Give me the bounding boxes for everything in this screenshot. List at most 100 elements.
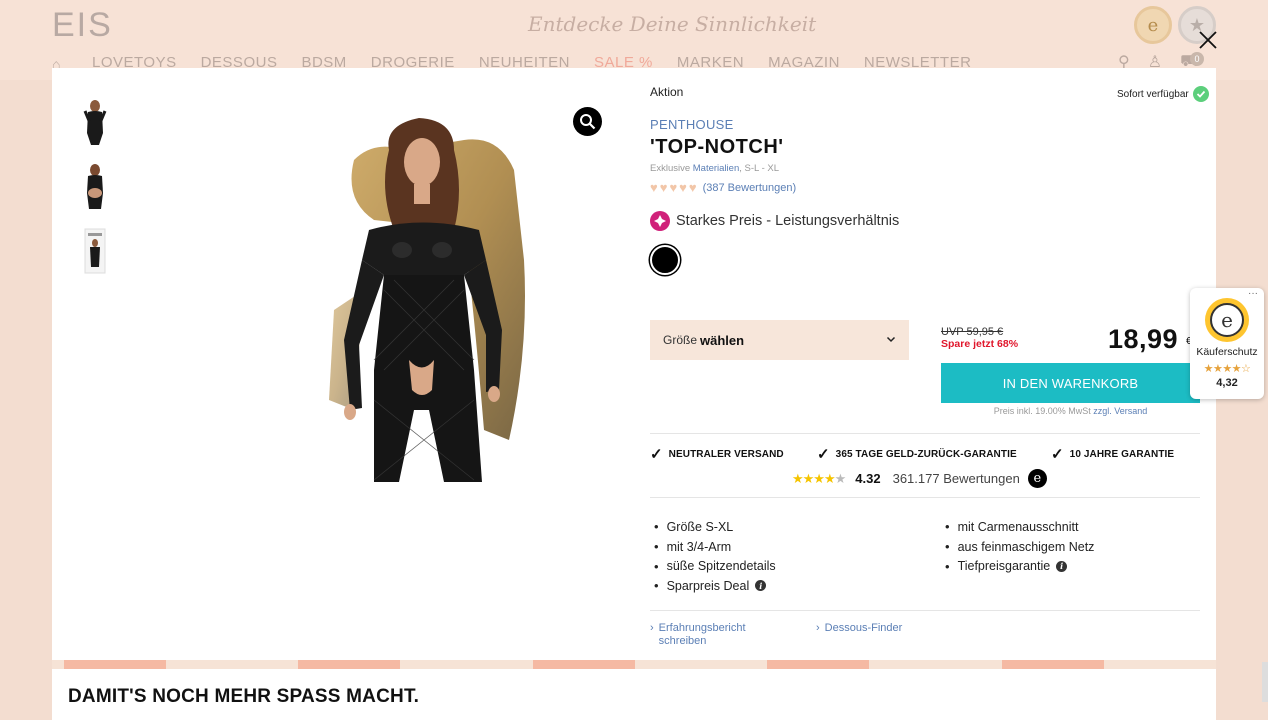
trusted-shops-rating[interactable]: ★★★★★ 4.32 361.177 Bewertungen e xyxy=(792,469,1047,488)
buyer-protection-label: Käuferschutz xyxy=(1196,346,1258,358)
feature-item: mit Carmenausschnitt xyxy=(945,517,1094,537)
thumbnail-package[interactable] xyxy=(80,226,110,276)
subline-sizes: , S-L - XL xyxy=(739,163,780,174)
heart-icon: ♥ xyxy=(650,180,658,195)
chevron-right-icon: › xyxy=(650,622,654,634)
star-rating-icon: ★★★★☆ xyxy=(1203,363,1251,375)
available-check-icon xyxy=(1192,86,1209,102)
size-select-label: Größe xyxy=(663,333,698,347)
heart-icon: ♥ xyxy=(659,180,668,195)
value-badge-icon xyxy=(650,211,670,231)
lingerie-finder-link[interactable]: › Dessous-Finder xyxy=(816,622,902,635)
shipping-link[interactable]: zzgl. Versand xyxy=(1093,406,1147,416)
product-rating: ♥ ♥ ♥ ♥ ♥ (387 Bewertungen) xyxy=(650,181,796,194)
feature-text: Tiefpreisgarantie xyxy=(957,559,1051,574)
site-logo[interactable]: EIS xyxy=(52,6,113,45)
feature-text: Sparpreis Deal xyxy=(666,578,750,593)
feature-item: süße Spitzendetails xyxy=(654,556,776,576)
lingerie-finder-label: Dessous-Finder xyxy=(824,622,903,634)
chevron-down-icon xyxy=(886,336,896,343)
availability-text: Sofort verfügbar xyxy=(1117,88,1189,100)
promo-tab xyxy=(64,660,166,669)
zoom-button[interactable] xyxy=(573,107,602,136)
current-price: 18,99 xyxy=(1108,324,1179,354)
magnifier-icon xyxy=(580,114,596,130)
divider xyxy=(650,433,1200,434)
guarantee-label: 365 TAGE GELD-ZURÜCK-GARANTIE xyxy=(835,448,1017,460)
heart-icon: ♥ xyxy=(669,180,678,195)
size-select[interactable]: Größe wählen xyxy=(650,320,909,360)
promo-tab xyxy=(298,660,400,669)
materials-link[interactable]: Materialien xyxy=(693,163,739,174)
product-subline: Exklusive Materialien, S-L - XL xyxy=(650,163,779,174)
section-heading: DAMIT'S NOCH MEHR SPASS MACHT. xyxy=(68,686,420,707)
guarantee-item: ✓ NEUTRALER VERSAND xyxy=(650,445,817,463)
close-modal-button[interactable] xyxy=(1197,29,1219,51)
check-icon: ✓ xyxy=(650,446,663,463)
value-badge-text: Starkes Preis - Leistungsverhältnis xyxy=(676,213,900,229)
star-rating-icon: ★★★★★ xyxy=(792,470,846,486)
feature-item: aus feinmaschigem Netz xyxy=(945,537,1095,557)
product-quickview-modal: Aktion Sofort verfügbar PENTHOUSE 'TOP-N… xyxy=(52,68,1216,660)
guarantee-item: ✓ 10 JAHRE GARANTIE xyxy=(1051,445,1174,463)
feature-text: mit 3/4-Arm xyxy=(666,539,732,554)
value-badge: Starkes Preis - Leistungsverhältnis xyxy=(650,211,899,231)
thumbnail-front[interactable] xyxy=(80,98,110,148)
feature-item: mit 3/4-Arm xyxy=(654,537,776,557)
trusted-shops-seal-icon: e xyxy=(1205,298,1249,342)
product-brand[interactable]: PENTHOUSE xyxy=(650,117,734,132)
feature-item: Sparpreis Deal i xyxy=(654,576,776,596)
info-icon[interactable]: i xyxy=(1056,560,1068,572)
product-main-image[interactable] xyxy=(314,110,534,490)
feature-list-left: Größe S-XL mit 3/4-Arm süße Spitzendetai… xyxy=(654,517,776,596)
close-icon xyxy=(1199,31,1217,49)
write-review-link[interactable]: › Erfahrungsbericht schreiben xyxy=(650,622,760,648)
feature-list-right: mit Carmenausschnitt aus feinmaschigem N… xyxy=(945,517,1095,576)
savings-label: Spare jetzt 68% xyxy=(941,338,1019,350)
cart-count-badge: 0 xyxy=(1190,52,1205,66)
product-title: 'TOP-NOTCH' xyxy=(650,136,784,158)
chevron-right-icon: › xyxy=(816,622,820,634)
tax-note: Preis inkl. 19.00% MwSt zzgl. Versand xyxy=(941,406,1200,416)
scrollbar[interactable] xyxy=(1262,662,1268,702)
more-options-icon[interactable]: ··· xyxy=(1248,288,1258,299)
availability-status: Sofort verfügbar xyxy=(1117,86,1209,102)
guarantee-item: ✓ 365 TAGE GELD-ZURÜCK-GARANTIE xyxy=(817,445,1051,463)
trusted-shops-logo-icon: e xyxy=(1027,469,1047,488)
original-price: UVP 59,95 € xyxy=(941,326,1004,338)
check-icon: ✓ xyxy=(1051,446,1064,463)
feature-text: Größe S-XL xyxy=(666,519,734,534)
feature-item: Tiefpreisgarantie i xyxy=(945,556,1094,576)
guarantee-list: ✓ NEUTRALER VERSAND ✓ 365 TAGE GELD-ZURÜ… xyxy=(650,445,1200,463)
subline-prefix: Exklusive xyxy=(650,163,693,174)
heart-icon: ♥ xyxy=(679,180,687,195)
add-to-cart-button[interactable]: IN DEN WARENKORB xyxy=(941,363,1200,403)
color-swatch-black[interactable] xyxy=(650,245,680,275)
promo-tag: Aktion xyxy=(650,85,684,99)
size-select-action: wählen xyxy=(700,332,745,348)
info-icon[interactable]: i xyxy=(755,580,767,592)
feature-text: mit Carmenausschnitt xyxy=(957,519,1079,534)
reviews-link[interactable]: (387 Bewertungen) xyxy=(703,182,797,194)
guarantee-label: 10 JAHRE GARANTIE xyxy=(1069,448,1175,460)
promo-tab xyxy=(767,660,869,669)
recommendations-section: DAMIT'S NOCH MEHR SPASS MACHT. xyxy=(52,669,1216,720)
trusted-shops-score: 4.32 xyxy=(855,471,881,486)
promo-tab xyxy=(1002,660,1104,669)
divider xyxy=(650,610,1200,611)
write-review-label: Erfahrungsbericht schreiben xyxy=(658,622,746,647)
trusted-seal-icon[interactable]: e xyxy=(1134,6,1172,44)
trusted-shops-count: 361.177 Bewertungen xyxy=(892,471,1020,486)
site-slogan: Entdecke Deine Sinnlichkeit xyxy=(528,12,817,36)
thumbnail-back[interactable] xyxy=(80,162,110,212)
check-icon: ✓ xyxy=(817,446,830,463)
guarantee-label: NEUTRALER VERSAND xyxy=(668,448,784,460)
trusted-shops-widget[interactable]: ··· e Käuferschutz ★★★★☆ 4,32 xyxy=(1190,288,1264,399)
feature-text: aus feinmaschigem Netz xyxy=(957,539,1095,554)
feature-item: Größe S-XL xyxy=(654,517,776,537)
feature-text: süße Spitzendetails xyxy=(666,559,776,574)
widget-score: 4,32 xyxy=(1216,377,1238,389)
promo-tab xyxy=(533,660,635,669)
thumbnail-list xyxy=(80,98,110,276)
heart-icon: ♥ xyxy=(688,180,697,195)
